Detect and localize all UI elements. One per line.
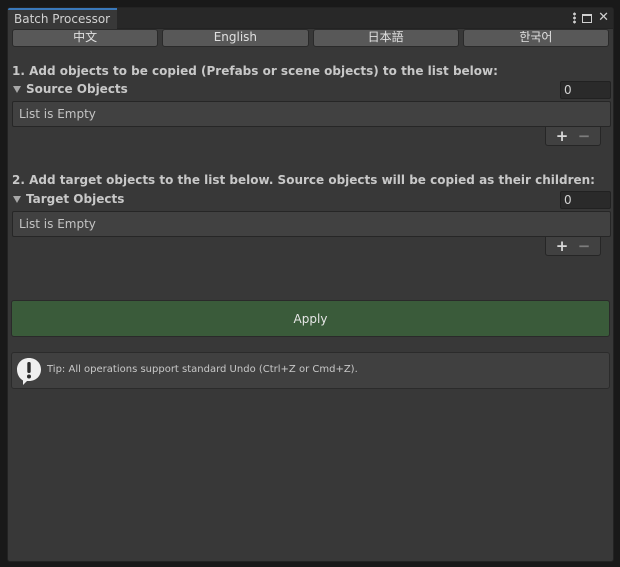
maximize-icon[interactable]	[582, 13, 593, 23]
batch-processor-window: Batch Processor ✕ 中文 English 日本語 한국어 1. …	[7, 7, 614, 562]
window-tab-label: Batch Processor	[14, 12, 111, 26]
target-list-footer: + −	[545, 237, 601, 256]
language-button-english[interactable]: English	[162, 29, 309, 47]
source-add-button[interactable]: +	[552, 127, 572, 145]
language-bar: 中文 English 日本語 한국어	[12, 29, 609, 47]
foldout-arrow-icon[interactable]	[13, 86, 21, 93]
target-instruction: 2. Add target objects to the list below.…	[12, 173, 595, 187]
close-icon[interactable]: ✕	[598, 11, 609, 24]
kebab-menu-icon[interactable]	[573, 12, 577, 24]
target-list-body: List is Empty	[12, 211, 611, 237]
tip-text: Tip: All operations support standard Und…	[47, 364, 358, 375]
target-add-button[interactable]: +	[552, 237, 572, 255]
source-list-header[interactable]: Source Objects 0	[12, 81, 611, 99]
tip-help-box: Tip: All operations support standard Und…	[11, 352, 610, 389]
source-remove-button[interactable]: −	[574, 127, 594, 145]
language-button-chinese[interactable]: 中文	[12, 29, 159, 47]
source-list-title: Source Objects	[26, 82, 128, 96]
source-list-empty-text: List is Empty	[19, 107, 96, 121]
info-icon	[17, 358, 41, 385]
source-instruction: 1. Add objects to be copied (Prefabs or …	[12, 64, 498, 78]
source-size-field[interactable]: 0	[560, 81, 611, 99]
target-size-field[interactable]: 0	[560, 191, 611, 209]
foldout-arrow-icon[interactable]	[13, 196, 21, 203]
source-list-footer: + −	[545, 127, 601, 146]
window-controls: ✕	[573, 10, 609, 26]
language-button-japanese[interactable]: 日本語	[312, 29, 459, 47]
title-bar: Batch Processor ✕	[8, 8, 613, 29]
target-list-header[interactable]: Target Objects 0	[12, 191, 611, 209]
window-tab[interactable]: Batch Processor	[8, 8, 117, 29]
language-button-korean[interactable]: 한국어	[462, 29, 609, 47]
target-list-title: Target Objects	[26, 192, 125, 206]
source-list-body: List is Empty	[12, 101, 611, 127]
apply-button[interactable]: Apply	[11, 300, 610, 337]
target-list-empty-text: List is Empty	[19, 217, 96, 231]
target-remove-button[interactable]: −	[574, 237, 594, 255]
